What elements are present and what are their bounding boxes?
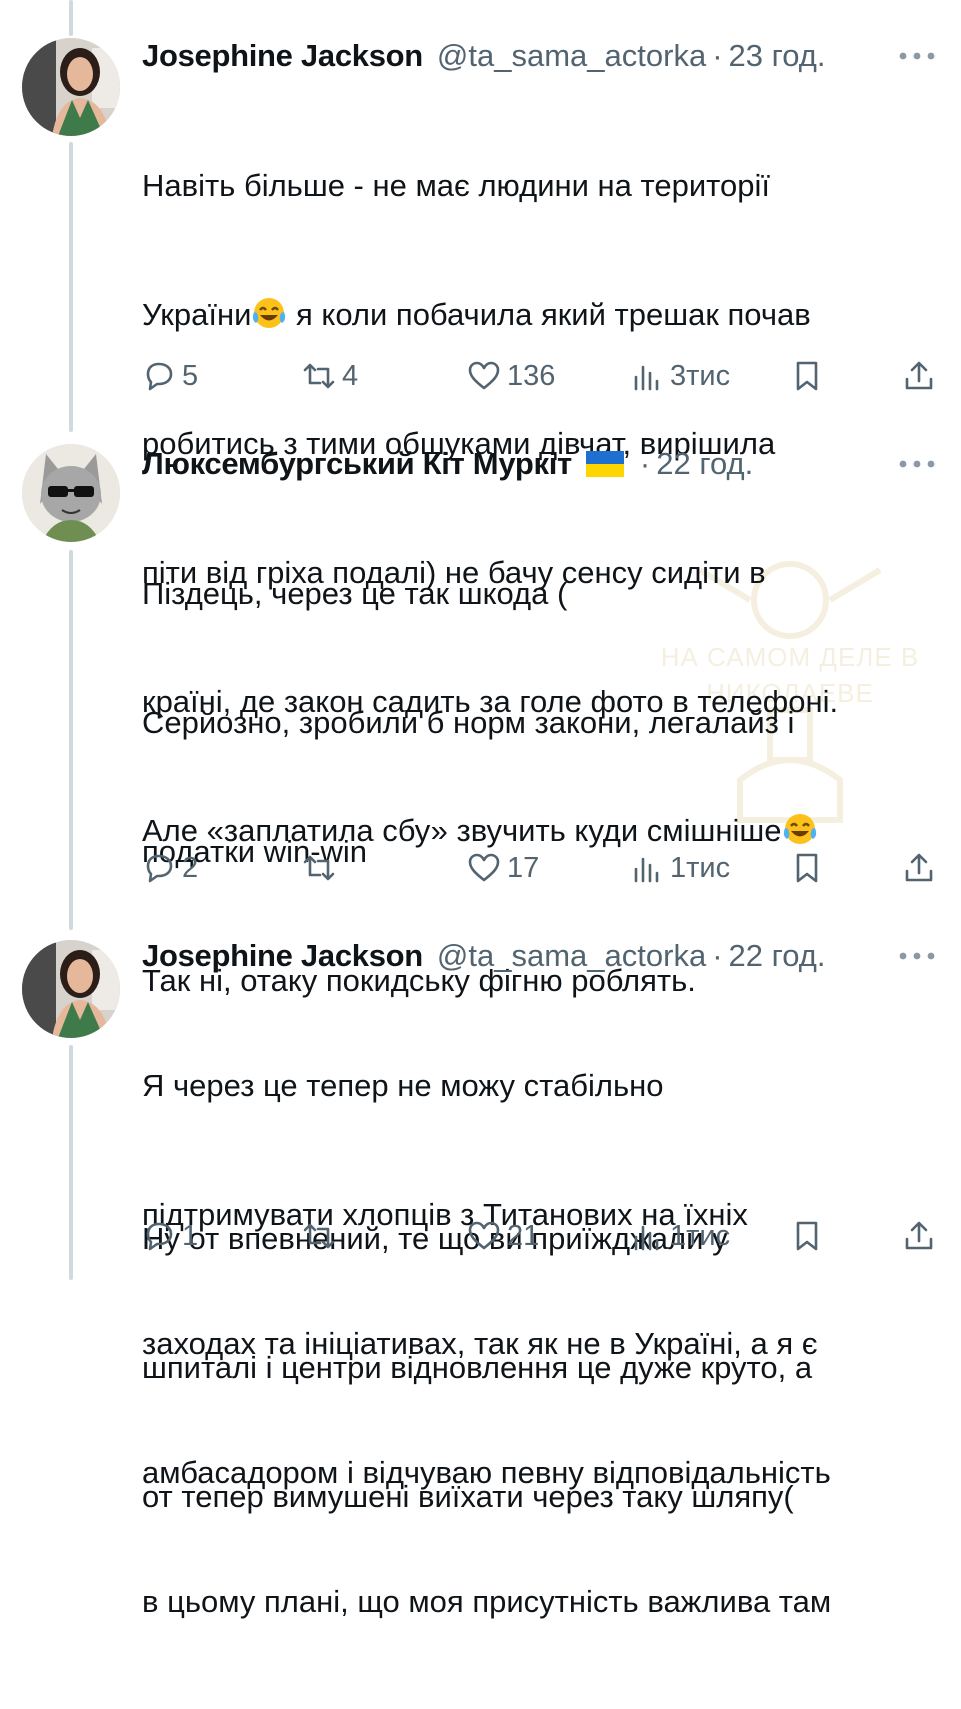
bookmark-icon (796, 853, 818, 883)
views-count: 3тис (670, 359, 731, 392)
timestamp[interactable]: 23 год. (729, 38, 826, 74)
repost-button[interactable] (302, 846, 342, 890)
thread-line-3 (69, 1045, 73, 1280)
avatar-woman-icon (22, 38, 120, 136)
analytics-icon (634, 365, 659, 391)
views-button[interactable]: 1тис (630, 846, 730, 890)
timestamp[interactable]: 22 год. (729, 938, 826, 974)
like-count: 17 (507, 851, 540, 884)
tweet-header: Люксембургський Кіт Муркіт · 22 год. (142, 442, 937, 486)
share-icon (905, 853, 933, 882)
bookmark-button[interactable] (790, 354, 824, 398)
share-icon (905, 361, 933, 390)
separator-dot: · (712, 938, 723, 973)
views-count: 1тис (670, 1219, 731, 1252)
author-handle[interactable]: @ta_sama_actorka (437, 938, 706, 974)
separator-dot: · (712, 38, 723, 73)
author-name[interactable]: Люксембургський Кіт Муркіт (142, 446, 572, 482)
tweet-header: Josephine Jackson @ta_sama_actorka · 22 … (142, 934, 937, 978)
views-button[interactable]: 1тис (630, 1214, 730, 1258)
author-name[interactable]: Josephine Jackson (142, 38, 423, 74)
text-line: в цьому плані, що моя присутність важлив… (142, 1584, 832, 1619)
bookmark-icon (796, 361, 818, 391)
avatar-woman-icon (22, 940, 120, 1038)
tweet-actions: 2 17 1тис (142, 846, 942, 890)
author-handle[interactable]: @ta_sama_actorka (437, 38, 706, 74)
repost-icon (303, 363, 335, 389)
like-count: 136 (507, 359, 556, 392)
repost-icon (303, 855, 335, 881)
repost-count: 4 (342, 359, 359, 392)
ukraine-flag-icon (585, 451, 624, 477)
share-button[interactable] (902, 1214, 936, 1258)
more-dots-icon (899, 952, 935, 960)
text-line: України я коли побачила який трешак поча… (142, 296, 811, 332)
avatar[interactable] (22, 444, 120, 542)
repost-button[interactable] (302, 1214, 342, 1258)
thread-line-top (69, 0, 73, 36)
like-button[interactable]: 21 (467, 1214, 539, 1258)
reply-count: 5 (182, 359, 199, 392)
reply-count: 2 (182, 851, 199, 884)
analytics-icon (634, 857, 659, 883)
bookmark-button[interactable] (790, 846, 824, 890)
reply-count: 1 (182, 1219, 199, 1252)
views-count: 1тис (670, 851, 731, 884)
bookmark-button[interactable] (790, 1214, 824, 1258)
timestamp[interactable]: 22 год. (656, 446, 753, 482)
heart-icon (468, 361, 500, 390)
reply-icon (146, 362, 173, 391)
heart-icon (468, 1221, 500, 1250)
like-button[interactable]: 136 (467, 354, 555, 398)
reply-button[interactable]: 5 (142, 354, 198, 398)
text-line: амбасадором і відчуваю певну відповідаль… (142, 1455, 831, 1490)
tweet-actions: 1 21 1тис (142, 1214, 942, 1258)
repost-icon (303, 1223, 335, 1249)
text-line: Я через це тепер не можу стабільно (142, 1068, 664, 1103)
reply-button[interactable]: 2 (142, 846, 198, 890)
share-button[interactable] (902, 846, 936, 890)
share-button[interactable] (902, 354, 936, 398)
avatar-cat-icon (22, 444, 120, 542)
tweet-actions: 5 4 136 3тис (142, 354, 942, 398)
more-options-button[interactable] (897, 42, 937, 70)
reply-icon (146, 1222, 173, 1251)
thread-line-2 (69, 550, 73, 930)
separator-dot: · (639, 446, 651, 481)
tweet-header: Josephine Jackson @ta_sama_actorka · 23 … (142, 34, 937, 78)
text-line: заходах та ініціативах, так як не в Укра… (142, 1326, 818, 1361)
face-with-tears-of-joy-icon (251, 296, 287, 330)
bookmark-icon (796, 1221, 818, 1251)
text-line: Серйозно, зробили б норм закони, легалай… (142, 705, 795, 740)
more-options-button[interactable] (897, 942, 937, 970)
reply-icon (146, 854, 173, 883)
avatar[interactable] (22, 38, 120, 136)
analytics-icon (634, 1225, 659, 1251)
views-button[interactable]: 3тис (630, 354, 730, 398)
text-line: Навіть більше - не має людини на територ… (142, 168, 771, 203)
text-line: Піздець, через це так шкода ( (142, 576, 568, 611)
more-dots-icon (899, 52, 935, 60)
tweet-text: Я через це тепер не можу стабільно підтр… (142, 978, 931, 1709)
share-icon (905, 1221, 933, 1250)
more-dots-icon (899, 460, 935, 468)
like-count: 21 (507, 1219, 540, 1252)
author-name[interactable]: Josephine Jackson (142, 938, 423, 974)
thread-line-1 (69, 142, 73, 432)
repost-button[interactable]: 4 (302, 354, 358, 398)
heart-icon (468, 853, 500, 882)
like-button[interactable]: 17 (467, 846, 539, 890)
avatar[interactable] (22, 940, 120, 1038)
more-options-button[interactable] (897, 450, 937, 478)
reply-button[interactable]: 1 (142, 1214, 198, 1258)
